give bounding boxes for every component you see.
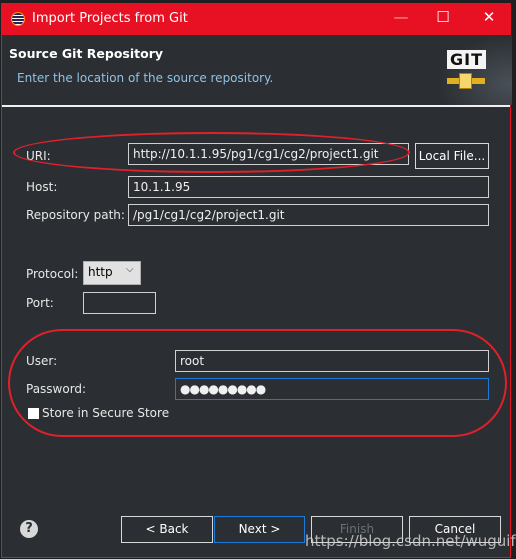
next-button[interactable]: Next >	[214, 516, 305, 543]
port-input[interactable]	[83, 292, 156, 314]
maximize-button[interactable]: ☐	[428, 8, 458, 30]
password-label: Password:	[26, 382, 87, 396]
repository-path-label: Repository path:	[26, 208, 125, 222]
host-label: Host:	[26, 180, 58, 194]
git-logo: GIT	[437, 35, 512, 105]
host-input[interactable]: 10.1.1.95	[128, 176, 489, 198]
repository-path-input[interactable]: /pg1/cg1/cg2/project1.git	[128, 204, 489, 226]
window-title: Import Projects from Git	[32, 11, 188, 26]
back-button[interactable]: < Back	[121, 516, 213, 543]
title-bar[interactable]: Import Projects from Git — ☐ ✕	[2, 4, 510, 35]
protocol-label: Protocol:	[26, 267, 79, 281]
local-file-button[interactable]: Local File...	[415, 143, 489, 169]
user-label: User:	[26, 354, 58, 368]
store-secure-label[interactable]: Store in Secure Store	[42, 406, 169, 420]
port-label: Port:	[26, 296, 54, 310]
eclipse-icon	[11, 12, 25, 26]
store-secure-checkbox[interactable]	[28, 408, 39, 419]
password-input[interactable]: ●●●●●●●●●	[175, 378, 489, 400]
header-separator	[2, 105, 510, 107]
help-icon[interactable]: ?	[20, 520, 38, 538]
protocol-select[interactable]: http ⌵	[83, 261, 141, 285]
watermark: https://blog.csdn.net/wuguifa	[305, 532, 516, 550]
page-subtitle: Enter the location of the source reposit…	[17, 71, 274, 85]
user-input[interactable]: root	[175, 350, 489, 372]
chevron-down-icon: ⌵	[126, 264, 134, 275]
dialog-window: Import Projects from Git — ☐ ✕ Source Gi…	[1, 3, 516, 558]
page-title: Source Git Repository	[9, 46, 164, 61]
close-button[interactable]: ✕	[474, 8, 504, 30]
uri-annotation-ellipse	[13, 132, 410, 173]
minimize-button[interactable]: —	[386, 8, 416, 30]
